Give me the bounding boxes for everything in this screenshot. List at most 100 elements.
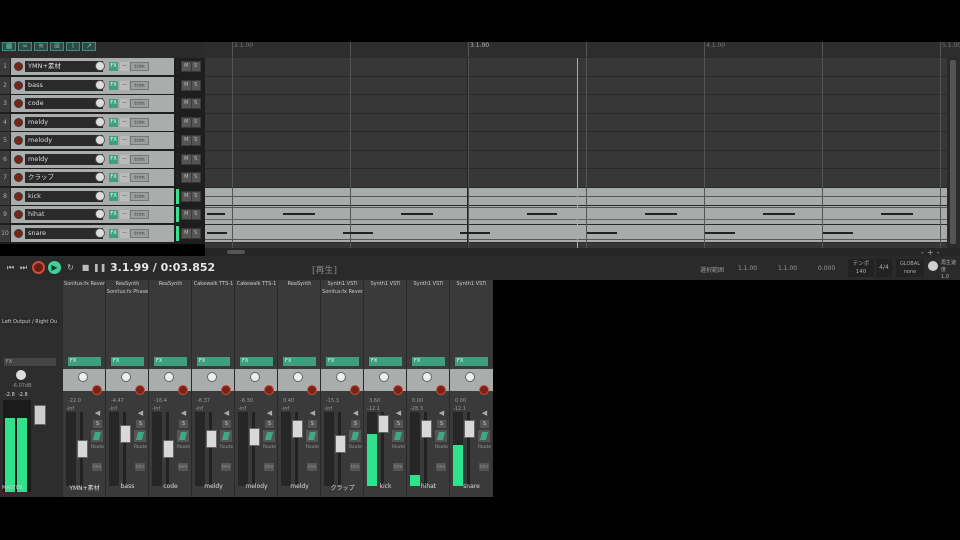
pan-knob[interactable]: [121, 372, 131, 382]
midi-item-hihat[interactable]: [205, 206, 952, 225]
phase-button[interactable]: —: [120, 154, 129, 164]
volume-knob[interactable]: [95, 227, 105, 238]
envelope-icon[interactable]: ⌇: [66, 42, 80, 51]
volume-fader[interactable]: [77, 440, 88, 458]
envelope-button[interactable]: trim: [130, 154, 149, 164]
track-lane[interactable]: [205, 77, 952, 95]
fx-slot[interactable]: Synth1 VSTi: [364, 280, 407, 289]
trim-button[interactable]: trim: [178, 463, 188, 471]
fx-button[interactable]: FX: [109, 80, 118, 90]
mute-icon[interactable]: ◀: [437, 409, 446, 417]
record-arm-button[interactable]: [14, 99, 23, 108]
track-header[interactable]: 9 hihat FX — trim M S: [0, 206, 205, 225]
route-icon[interactable]: [306, 430, 318, 442]
volume-fader[interactable]: [163, 440, 174, 458]
mute-button[interactable]: M: [182, 136, 191, 145]
record-arm-button[interactable]: [14, 117, 23, 127]
route-icon[interactable]: [91, 430, 103, 442]
volume-fader[interactable]: [249, 428, 260, 446]
fx-slot[interactable]: Synth1 VSTi: [450, 280, 493, 289]
envelope-button[interactable]: trim: [130, 80, 149, 90]
solo-button[interactable]: S: [308, 420, 317, 428]
go-to-end-icon[interactable]: ⏭: [17, 261, 30, 274]
master-fx-button[interactable]: FX: [4, 358, 56, 366]
route-icon[interactable]: [177, 430, 189, 442]
record-arm-button[interactable]: [14, 154, 23, 164]
ripple-icon[interactable]: ≋: [34, 42, 48, 51]
phase-button[interactable]: —: [120, 99, 129, 108]
track-lane[interactable]: [205, 58, 952, 77]
track-name[interactable]: クラップ: [25, 172, 103, 183]
track-lane[interactable]: [205, 95, 952, 114]
volume-knob[interactable]: [95, 61, 105, 71]
pan-knob[interactable]: [293, 372, 303, 382]
mute-button[interactable]: M: [182, 117, 191, 127]
track-lane[interactable]: [205, 132, 952, 151]
volume-knob[interactable]: [95, 190, 105, 201]
mute-icon[interactable]: ◀: [222, 409, 231, 417]
track-header[interactable]: 1 YMN+素材 FX — trim M S: [0, 58, 205, 77]
record-arm-button[interactable]: [436, 385, 446, 395]
pan-knob[interactable]: [250, 372, 260, 382]
trim-button[interactable]: trim: [92, 463, 102, 471]
track-header[interactable]: 6 meldy FX — trim M S: [0, 150, 205, 170]
timeline-ruler[interactable]: 2.1.00 3.1.00 4.1.00 5.1.00: [205, 42, 960, 58]
track-header[interactable]: 5 melody FX — trim M S: [0, 132, 205, 151]
mute-button[interactable]: M: [182, 173, 191, 182]
track-header[interactable]: 7 クラップ FX — trim M S: [0, 169, 205, 188]
fx-button[interactable]: FX: [455, 357, 488, 366]
fx-slot[interactable]: Cakewalk TTS-1: [235, 280, 278, 289]
phase-button[interactable]: —: [120, 80, 129, 90]
mute-icon[interactable]: ◀: [136, 409, 145, 417]
record-arm-button[interactable]: [14, 62, 23, 71]
mute-icon[interactable]: ◀: [179, 409, 188, 417]
solo-button[interactable]: S: [191, 210, 200, 219]
record-arm-button[interactable]: [14, 173, 23, 182]
record-arm-button[interactable]: [479, 385, 489, 395]
record-arm-button[interactable]: [350, 385, 360, 395]
record-arm-button[interactable]: [221, 385, 231, 395]
track-header[interactable]: 3 code FX — trim M S: [0, 95, 205, 114]
fx-button[interactable]: FX: [109, 117, 118, 127]
track-name[interactable]: meldy: [25, 153, 103, 165]
solo-button[interactable]: S: [191, 117, 200, 127]
volume-fader[interactable]: [378, 415, 389, 433]
solo-button[interactable]: S: [191, 80, 200, 90]
envelope-button[interactable]: trim: [130, 210, 149, 219]
trim-button[interactable]: trim: [479, 463, 489, 471]
fx-slot[interactable]: ReaSynth: [278, 280, 321, 289]
envelope-button[interactable]: trim: [130, 136, 149, 145]
volume-fader[interactable]: [120, 425, 131, 443]
record-arm-button[interactable]: [393, 385, 403, 395]
volume-knob[interactable]: [95, 172, 105, 182]
selection-length[interactable]: 0.000: [818, 265, 835, 272]
solo-button[interactable]: S: [265, 420, 274, 428]
mute-button[interactable]: M: [182, 154, 191, 164]
trim-button[interactable]: trim: [221, 463, 231, 471]
scroll-thumb[interactable]: [950, 60, 956, 244]
track-lane[interactable]: [205, 151, 952, 169]
route-icon[interactable]: [349, 430, 361, 442]
fx-button[interactable]: FX: [109, 99, 118, 108]
fx-button[interactable]: FX: [109, 173, 118, 182]
fx-button[interactable]: FX: [109, 210, 118, 219]
pan-knob[interactable]: [164, 372, 174, 382]
record-arm-button[interactable]: [264, 385, 274, 395]
mute-button[interactable]: M: [182, 228, 191, 238]
trim-button[interactable]: trim: [350, 463, 360, 471]
track-name[interactable]: kick: [25, 190, 103, 202]
mute-icon[interactable]: ◀: [265, 409, 274, 417]
master-pan-knob[interactable]: [16, 370, 26, 380]
grid-icon[interactable]: ▦: [2, 42, 16, 51]
arrange-view[interactable]: [205, 58, 960, 248]
record-arm-button[interactable]: [307, 385, 317, 395]
record-arm-button[interactable]: [14, 210, 23, 219]
envelope-button[interactable]: trim: [130, 117, 149, 127]
solo-button[interactable]: S: [136, 420, 145, 428]
pan-knob[interactable]: [336, 372, 346, 382]
route-icon[interactable]: [220, 430, 232, 442]
track-header[interactable]: 2 bass FX — trim M S: [0, 76, 205, 96]
phase-button[interactable]: —: [120, 228, 129, 238]
track-header[interactable]: 8 kick FX — trim M S: [0, 187, 205, 207]
track-name[interactable]: code: [25, 98, 103, 109]
